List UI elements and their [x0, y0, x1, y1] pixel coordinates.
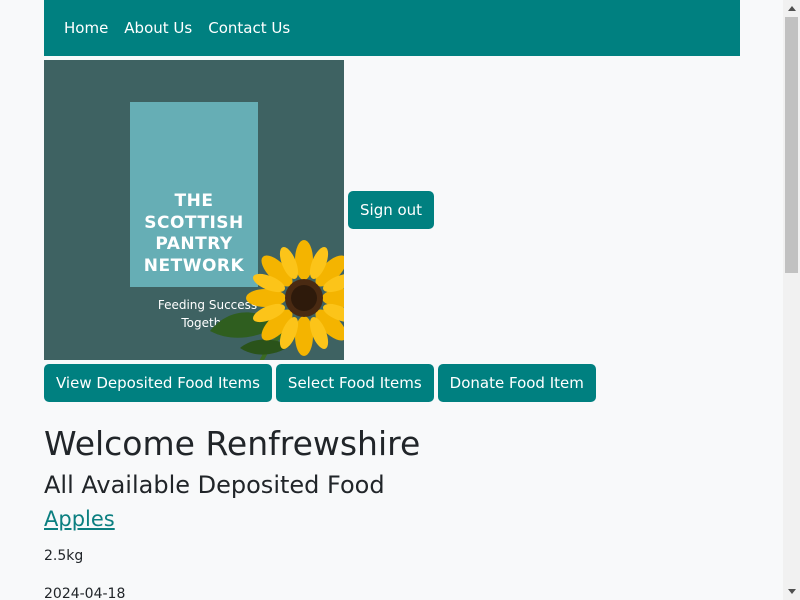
vertical-scrollbar[interactable]	[783, 0, 800, 600]
food-item-quantity: 2.5kg	[44, 548, 84, 564]
logo-row: THE SCOTTISH PANTRY NETWORK Feeding Succ…	[44, 60, 740, 360]
chevron-up-icon[interactable]	[783, 0, 800, 17]
nav-about-link[interactable]: About Us	[116, 18, 200, 38]
page-subtitle: All Available Deposited Food	[44, 471, 385, 499]
logo: THE SCOTTISH PANTRY NETWORK Feeding Succ…	[44, 60, 344, 360]
main-container: Home About Us Contact Us THE SCOTTISH PA…	[44, 0, 740, 600]
page: Home About Us Contact Us THE SCOTTISH PA…	[0, 0, 800, 600]
food-item: Apples 2.5kg 2024-04-18	[44, 500, 740, 600]
food-item-date: 2024-04-18	[44, 586, 126, 600]
chevron-down-icon[interactable]	[783, 583, 800, 600]
sunflower-icon	[210, 240, 344, 360]
action-buttons: View Deposited Food Items Select Food It…	[44, 364, 740, 402]
view-deposited-food-button[interactable]: View Deposited Food Items	[44, 364, 272, 402]
sign-out-button[interactable]: Sign out	[348, 191, 435, 229]
nav-contact-link[interactable]: Contact Us	[200, 18, 298, 38]
donate-food-item-button[interactable]: Donate Food Item	[437, 364, 596, 402]
nav-home-link[interactable]: Home	[56, 18, 116, 38]
scrollbar-thumb[interactable]	[785, 17, 798, 273]
welcome-heading: Welcome Renfrewshire	[44, 424, 421, 463]
select-food-items-button[interactable]: Select Food Items	[275, 364, 434, 402]
food-item-link[interactable]: Apples	[44, 504, 115, 534]
navbar: Home About Us Contact Us	[44, 0, 740, 56]
